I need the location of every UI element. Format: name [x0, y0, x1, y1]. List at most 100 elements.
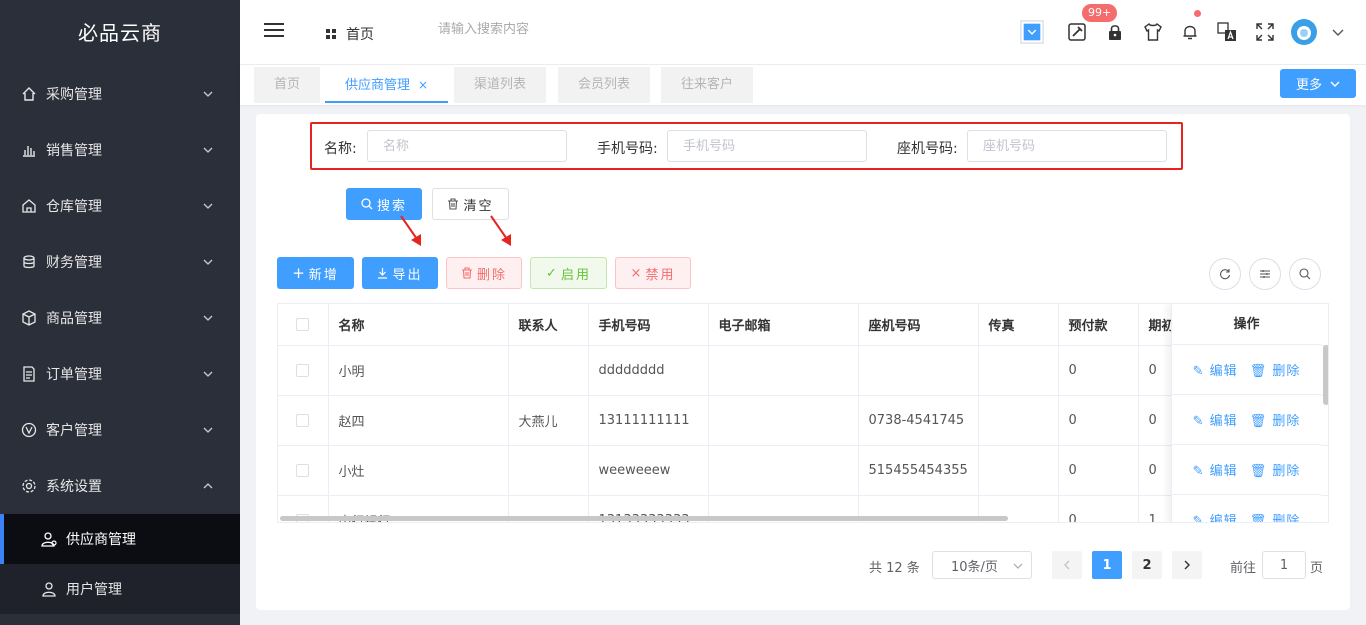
- sidebar-item-users[interactable]: 用户管理: [0, 564, 240, 614]
- sidebar-item-label: 客户管理: [46, 423, 102, 439]
- next-page-button[interactable]: [1172, 551, 1202, 579]
- chevron-down-icon: [203, 91, 213, 97]
- column-header[interactable]: 联系人: [508, 304, 589, 346]
- fullscreen-icon[interactable]: [1253, 20, 1277, 44]
- close-icon[interactable]: ×: [418, 78, 428, 92]
- enable-button[interactable]: ✓ 启用: [530, 257, 607, 289]
- cell-mobile: dddddddd: [588, 345, 709, 396]
- chevron-down-icon: [203, 147, 213, 153]
- row-actions: ✎ 编辑 🗑 删除: [1172, 495, 1321, 523]
- more-tabs-button[interactable]: 更多: [1280, 69, 1356, 98]
- page-size-select[interactable]: 10条/页: [932, 551, 1032, 579]
- delete-link[interactable]: 🗑 删除: [1250, 460, 1301, 479]
- columns-button[interactable]: [1249, 258, 1281, 290]
- cell-prepay: 0: [1058, 395, 1139, 446]
- goto-page-input[interactable]: [1262, 551, 1306, 579]
- name-input[interactable]: [367, 130, 567, 162]
- trash-icon: 🗑: [1249, 514, 1268, 523]
- page-button-1[interactable]: 1: [1092, 551, 1122, 579]
- sidebar-item-label: 系统设置: [46, 479, 102, 495]
- row-select-cell: [278, 345, 329, 396]
- cell-fax: [978, 345, 1059, 396]
- edit-icon: ✎: [1192, 414, 1205, 429]
- horizontal-scrollbar[interactable]: [280, 516, 1008, 521]
- cell-phone: 515455454355: [858, 445, 979, 496]
- delete-label: 删除: [1272, 464, 1301, 479]
- trash-icon: [448, 198, 459, 210]
- delete-link[interactable]: 🗑 删除: [1250, 410, 1301, 429]
- cell-contact: [508, 445, 589, 496]
- cell-contact: 大燕儿: [508, 395, 589, 446]
- header-search-input[interactable]: [438, 22, 638, 37]
- column-header[interactable]: 名称: [328, 304, 509, 346]
- row-checkbox[interactable]: [296, 413, 310, 427]
- row-checkbox[interactable]: [296, 363, 310, 377]
- prev-page-button[interactable]: [1052, 551, 1082, 579]
- dropdown-square-icon[interactable]: [1020, 20, 1044, 44]
- tab-members[interactable]: 会员列表: [558, 67, 651, 103]
- goto-prefix: 前往: [1230, 561, 1257, 576]
- lock-icon[interactable]: [1103, 20, 1127, 44]
- column-header[interactable]: 电子邮箱: [708, 304, 859, 346]
- sidebar-item-settings[interactable]: 系统设置: [0, 458, 240, 514]
- chevron-right-icon: [1184, 560, 1190, 570]
- sidebar-item-label: 用户管理: [66, 582, 122, 598]
- sidebar-item-suppliers[interactable]: 供应商管理: [0, 514, 240, 564]
- sidebar-item-warehouse[interactable]: 仓库管理: [0, 178, 240, 234]
- mobile-input[interactable]: [667, 130, 867, 162]
- tab-contacts[interactable]: 往来客户: [661, 67, 754, 103]
- bell-icon[interactable]: [1178, 20, 1202, 44]
- tab-label: 首页: [274, 77, 301, 92]
- export-button[interactable]: 导出: [362, 257, 438, 289]
- column-header[interactable]: 手机号码: [588, 304, 709, 346]
- column-header[interactable]: 预付款: [1058, 304, 1139, 346]
- sidebar-item-goods[interactable]: 商品管理: [0, 290, 240, 346]
- tshirt-icon[interactable]: [1141, 20, 1165, 44]
- sidebar-item-purchase[interactable]: 采购管理: [0, 66, 240, 122]
- box-icon: [20, 309, 38, 327]
- edit-label: 编辑: [1209, 464, 1238, 479]
- edit-label: 编辑: [1209, 364, 1238, 379]
- database-icon: [20, 253, 38, 271]
- cell-name: 小灶: [328, 445, 509, 496]
- disable-button[interactable]: × 禁用: [615, 257, 691, 289]
- tab-channels[interactable]: 渠道列表: [454, 67, 547, 103]
- tools-icon[interactable]: [1065, 20, 1089, 44]
- edit-link[interactable]: ✎ 编辑: [1192, 510, 1238, 523]
- table-search-button[interactable]: [1289, 258, 1321, 290]
- delete-link[interactable]: 🗑 删除: [1250, 360, 1301, 379]
- tab-label: 渠道列表: [474, 77, 527, 92]
- sidebar-item-finance[interactable]: 财务管理: [0, 234, 240, 290]
- sidebar-item-sales[interactable]: 销售管理: [0, 122, 240, 178]
- edit-link[interactable]: ✎ 编辑: [1193, 410, 1238, 429]
- sidebar-item-orders[interactable]: 订单管理: [0, 346, 240, 402]
- add-button[interactable]: + 新增: [277, 257, 354, 289]
- breadcrumb[interactable]: 首页: [326, 24, 374, 44]
- trash-icon: [461, 267, 472, 279]
- sidebar-item-customers[interactable]: 客户管理: [0, 402, 240, 458]
- column-header[interactable]: 传真: [978, 304, 1059, 346]
- delete-button[interactable]: 删除: [446, 257, 522, 289]
- tab-home[interactable]: 首页: [254, 67, 321, 103]
- chevron-up-icon: [203, 483, 213, 489]
- goto-suffix: 页: [1310, 561, 1324, 576]
- refresh-button[interactable]: [1209, 258, 1241, 290]
- page-button-2[interactable]: 2: [1132, 551, 1162, 579]
- translate-icon[interactable]: [1215, 20, 1239, 44]
- settings-submenu: 供应商管理 用户管理: [0, 514, 240, 614]
- avatar[interactable]: [1291, 19, 1317, 45]
- row-checkbox[interactable]: [296, 463, 310, 477]
- delete-link[interactable]: 🗑 删除: [1249, 510, 1301, 523]
- select-all-checkbox[interactable]: [296, 317, 310, 331]
- chevron-down-icon[interactable]: [1326, 20, 1350, 44]
- edit-link[interactable]: ✎ 编辑: [1193, 460, 1238, 479]
- edit-icon: ✎: [1192, 514, 1205, 523]
- hamburger-icon[interactable]: [264, 22, 284, 38]
- warehouse-icon: [20, 197, 38, 215]
- edit-link[interactable]: ✎ 编辑: [1193, 360, 1238, 379]
- tab-suppliers[interactable]: 供应商管理 ×: [325, 67, 449, 103]
- export-label: 导出: [392, 267, 423, 283]
- phone-input[interactable]: [967, 130, 1167, 162]
- column-header[interactable]: 座机号码: [858, 304, 979, 346]
- document-icon: [20, 365, 38, 383]
